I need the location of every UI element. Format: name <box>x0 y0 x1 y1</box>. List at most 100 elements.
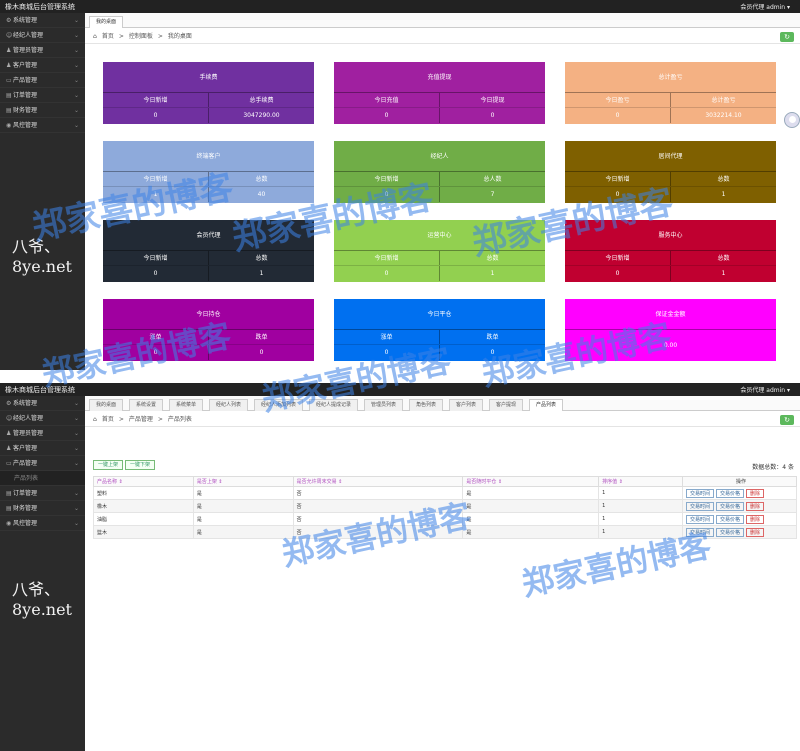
home-icon[interactable]: ⌂ <box>93 416 97 423</box>
delete-button[interactable]: 删除 <box>746 488 765 498</box>
sidebar-item-label: 产品管理 <box>13 77 38 84</box>
card-title: 运营中心 <box>334 220 545 251</box>
user-menu[interactable]: 会员代理 admin ▾ <box>740 2 790 11</box>
refresh-button[interactable]: ↻ <box>780 32 794 42</box>
column-header[interactable]: 操作 <box>682 476 797 487</box>
tab-item[interactable]: 客户列表 <box>449 399 484 411</box>
card-label: 总人数 <box>439 172 545 186</box>
breadcrumb: ⌂ 首页 > 产品管理 > 产品列表 <box>85 412 800 427</box>
card-label: 今日新增 <box>605 255 630 262</box>
menu-icon: ⚙ <box>6 17 12 24</box>
breadcrumb-item[interactable]: 首页 <box>102 416 114 423</box>
sidebar-item-label: 订单管理 <box>13 490 38 497</box>
edit-button[interactable]: 交易时间 <box>686 501 715 511</box>
sidebar-item[interactable]: ♟ 客户管理 ⌄ <box>0 58 85 73</box>
column-header[interactable]: 是否上架 ⇕ <box>192 476 294 487</box>
tab-item[interactable]: 经纪人提成记录 <box>309 399 359 411</box>
edit-button[interactable]: 交易价格 <box>716 488 745 498</box>
bulk-publish-button[interactable]: 一键上架 <box>93 460 124 470</box>
sidebar-item[interactable]: ▤财务管理 ⌄ <box>0 501 85 516</box>
tab-item[interactable]: 经纪人列表 <box>209 399 249 411</box>
row-actions: 交易时间 交易价格 删除 <box>682 499 797 513</box>
card-label: 跌单 <box>208 330 314 344</box>
sidebar-item[interactable]: ◉ 风控管理 ⌄ <box>0 118 85 133</box>
tab-item[interactable]: 角色列表 <box>409 399 444 411</box>
sidebar-item[interactable]: ▤订单管理 ⌄ <box>0 486 85 501</box>
menu-icon: ▤ <box>6 490 12 497</box>
sidebar-item-label: 风控管理 <box>13 122 38 129</box>
sidebar: ⚙ 系统管理 ⌄ ☺经纪人管理 ⌄ ♟ 管理员管理 ⌄ ♟ 客户管理 ⌄ ▭产品管理 ⌄ ▤订单管理 ⌄ ▤财… <box>0 13 85 370</box>
breadcrumb-item[interactable]: 产品列表 <box>168 416 192 423</box>
breadcrumb-item[interactable]: 控制面板 <box>129 33 153 40</box>
card-label: 今日提现 <box>439 93 545 107</box>
tab-item[interactable]: 系统设置 <box>129 399 164 411</box>
stat-card: 会员代理 今日新增 总数 0 1 <box>103 220 314 282</box>
card-title: 今日持仓 <box>103 299 314 330</box>
sidebar-subitem[interactable]: 产品列表 <box>0 471 85 486</box>
delete-button[interactable]: 删除 <box>746 527 765 537</box>
card-label: 总计盈亏 <box>670 93 776 107</box>
sidebar-item[interactable]: ▭产品管理 ⌄ <box>0 73 85 88</box>
stat-card: 今日持仓 涨单 跌单 0 0 <box>103 299 314 361</box>
edit-button[interactable]: 交易价格 <box>716 501 745 511</box>
column-header[interactable]: 是否允许周末交易 ⇕ <box>292 476 464 487</box>
tab-item[interactable]: 管理员列表 <box>364 399 404 411</box>
sidebar-item[interactable]: ⚙ 系统管理 ⌄ <box>0 13 85 28</box>
bulk-unpublish-button[interactable]: 一键下架 <box>125 460 156 470</box>
breadcrumb-item[interactable]: 我的桌面 <box>168 33 192 40</box>
column-header[interactable]: 产品名称 ⇕ <box>93 476 194 487</box>
tab-item[interactable]: 客户提现 <box>489 399 524 411</box>
breadcrumb-item[interactable]: 产品管理 <box>129 416 153 423</box>
card-value: 1 <box>208 266 314 281</box>
sidebar-item[interactable]: ♟ 客户管理 ⌄ <box>0 441 85 456</box>
sidebar-item-label: 财务管理 <box>13 505 38 512</box>
card-label: 今日新增 <box>143 255 168 262</box>
card-label: 今日充值 <box>374 97 399 104</box>
main-content: 我的桌面 系统设置 系统菜单 经纪人列表 经纪人添加列表 经纪人提成记录 管理员列表 角色列表… <box>85 396 800 751</box>
sidebar-item[interactable]: ▤财务管理 ⌄ <box>0 103 85 118</box>
sidebar-item[interactable]: ☺经纪人管理 ⌄ <box>0 28 85 43</box>
column-header[interactable]: 是否随时平仓 ⇕ <box>462 476 600 487</box>
delete-button[interactable]: 删除 <box>746 501 765 511</box>
sidebar-item[interactable]: ▤订单管理 ⌄ <box>0 88 85 103</box>
card-value: 1 <box>153 191 158 198</box>
sidebar-item[interactable]: ♟ 管理员管理 ⌄ <box>0 426 85 441</box>
stat-card: 终端客户 今日新增 总数 1 40 <box>103 141 314 203</box>
tab-item[interactable]: 经纪人添加列表 <box>254 399 304 411</box>
delete-button[interactable]: 删除 <box>746 514 765 524</box>
home-icon[interactable]: ⌂ <box>93 33 97 40</box>
sidebar-item-label: 订单管理 <box>13 92 38 99</box>
card-label: 今日新增 <box>605 176 630 183</box>
table-row: 塑料是否是 1 交易时间 交易价格 删除 <box>93 486 797 500</box>
sidebar-item[interactable]: ⚙ 系统管理 ⌄ <box>0 396 85 411</box>
breadcrumb-item[interactable]: 首页 <box>102 33 114 40</box>
edit-button[interactable]: 交易时间 <box>686 488 715 498</box>
card-value: 0.00 <box>663 342 678 349</box>
breadcrumb-item: > <box>157 33 163 40</box>
edit-button[interactable]: 交易时间 <box>686 527 715 537</box>
table-cell: 否 <box>292 525 464 539</box>
sidebar-item-label: 系统管理 <box>13 400 38 407</box>
tab-desktop[interactable]: 我的桌面 <box>89 16 124 28</box>
edit-button[interactable]: 交易时间 <box>686 514 715 524</box>
menu-icon: ◉ <box>6 122 12 129</box>
sidebar-item[interactable]: ▭产品管理 ⌄ <box>0 456 85 471</box>
sidebar-item-label: 客户管理 <box>13 445 38 452</box>
sidebar-item[interactable]: ♟ 管理员管理 ⌄ <box>0 43 85 58</box>
user-menu[interactable]: 会员代理 admin ▾ <box>740 385 790 394</box>
card-title: 居间代理 <box>565 141 776 172</box>
card-value: 0 <box>384 270 389 277</box>
tab-item[interactable]: 系统菜单 <box>169 399 204 411</box>
avatar-icon[interactable] <box>784 112 800 128</box>
sidebar-item-label: 系统管理 <box>13 17 38 24</box>
tab-item[interactable]: 我的桌面 <box>89 399 124 411</box>
edit-button[interactable]: 交易价格 <box>716 527 745 537</box>
edit-button[interactable]: 交易价格 <box>716 514 745 524</box>
column-header[interactable]: 排序值 ⇕ <box>598 476 683 487</box>
sidebar-item[interactable]: ◉ 风控管理 ⌄ <box>0 516 85 531</box>
refresh-button[interactable]: ↻ <box>780 415 794 425</box>
table-cell: 是 <box>192 486 294 500</box>
chevron-down-icon: ⌄ <box>73 62 79 69</box>
sidebar-item[interactable]: ☺经纪人管理 ⌄ <box>0 411 85 426</box>
tab-item[interactable]: 产品列表 <box>529 399 564 411</box>
